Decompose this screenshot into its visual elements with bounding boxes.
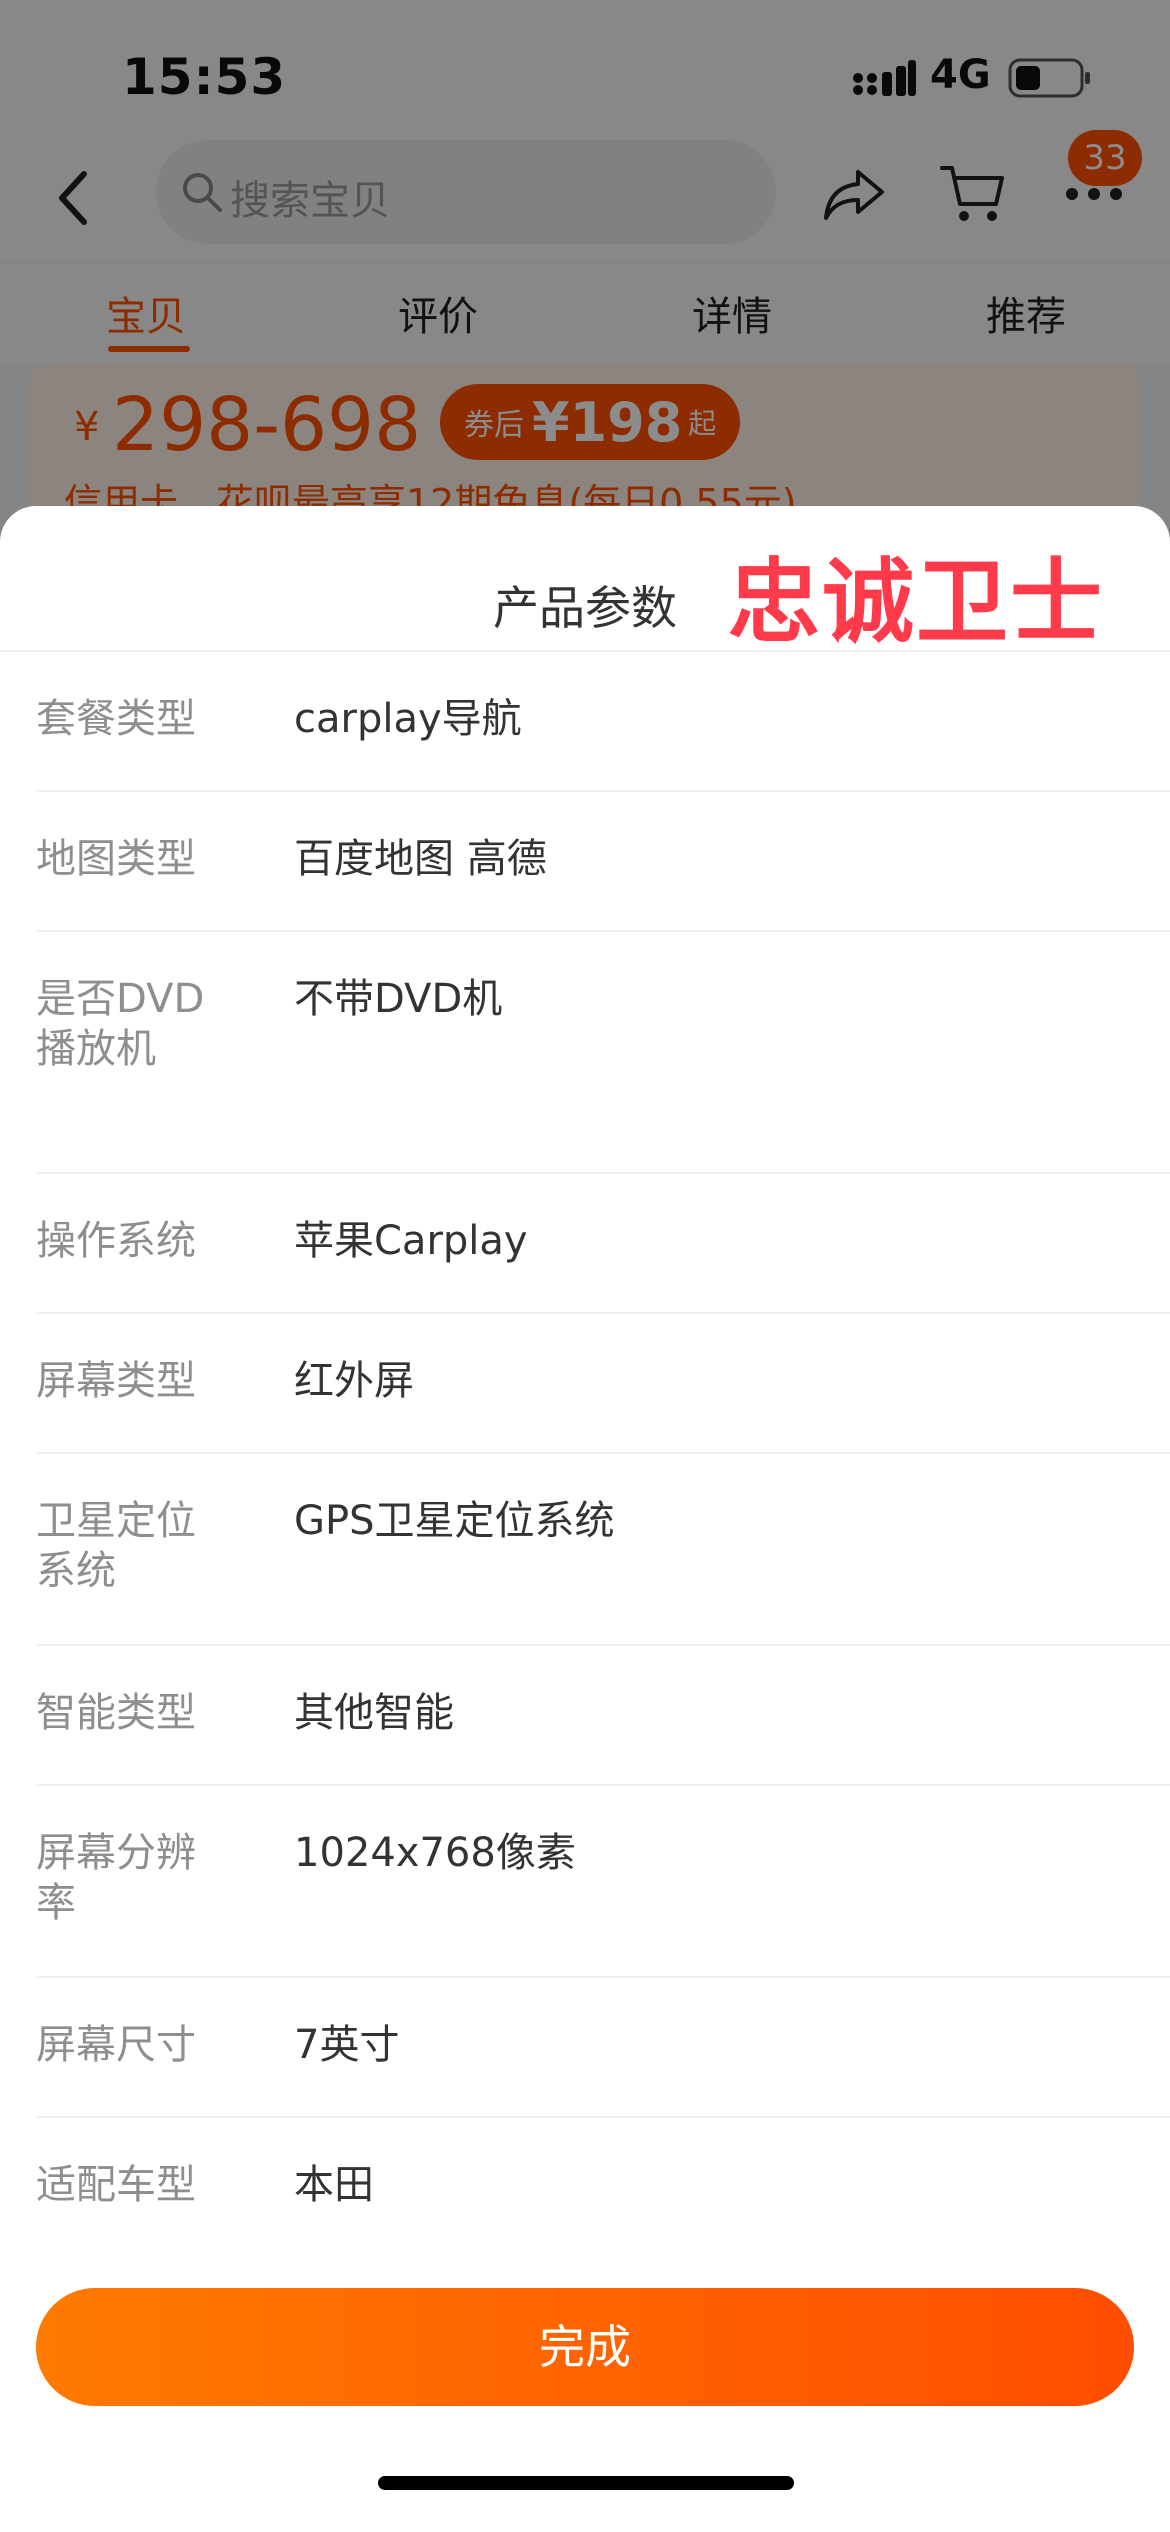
param-label: 卫星定位系统 xyxy=(36,1498,196,1594)
param-value: GPS卫星定位系统 xyxy=(294,1498,615,1544)
param-row: 适配车型 本田 xyxy=(36,2118,1170,2258)
param-row: 操作系统 苹果Carplay xyxy=(36,1174,1170,1314)
param-value: 本田 xyxy=(294,2162,374,2208)
sheet-header: 产品参数 忠诚卫士 xyxy=(0,506,1170,656)
param-value: 1024x768像素 xyxy=(294,1830,576,1876)
param-label: 屏幕分辨率 xyxy=(36,1830,196,1926)
param-row: 套餐类型 carplay导航 xyxy=(36,652,1170,792)
param-label: 操作系统 xyxy=(36,1218,196,1264)
param-value: 红外屏 xyxy=(294,1358,414,1404)
home-indicator xyxy=(378,2476,794,2490)
param-value: 苹果Carplay xyxy=(294,1218,528,1264)
param-row: 屏幕分辨率 1024x768像素 xyxy=(36,1786,1170,1978)
param-value: 百度地图 高德 xyxy=(294,836,547,882)
param-row: 是否DVD播放机 不带DVD机 xyxy=(36,932,1170,1174)
watermark-text: 忠诚卫士 xyxy=(728,549,1105,656)
param-value: 不带DVD机 xyxy=(294,976,503,1022)
param-row: 智能类型 其他智能 xyxy=(36,1646,1170,1786)
param-label: 智能类型 xyxy=(36,1690,196,1736)
param-list: 套餐类型 carplay导航 地图类型 百度地图 高德 是否DVD播放机 不带D… xyxy=(36,652,1170,2258)
param-value: 7英寸 xyxy=(294,2022,400,2068)
param-row: 屏幕类型 红外屏 xyxy=(36,1314,1170,1454)
param-value: carplay导航 xyxy=(294,696,522,742)
param-row: 屏幕尺寸 7英寸 xyxy=(36,1978,1170,2118)
param-value: 其他智能 xyxy=(294,1690,454,1736)
param-row: 卫星定位系统 GPS卫星定位系统 xyxy=(36,1454,1170,1646)
param-label: 是否DVD播放机 xyxy=(36,976,205,1072)
param-label: 屏幕类型 xyxy=(36,1358,196,1404)
param-row: 地图类型 百度地图 高德 xyxy=(36,792,1170,932)
param-label: 适配车型 xyxy=(36,2162,196,2208)
param-label: 屏幕尺寸 xyxy=(36,2022,196,2068)
screen: 15:53 4G 搜索宝贝 33 宝贝 评价 详情 推荐 ¥ 298-698 券… xyxy=(0,0,1170,2532)
param-label: 套餐类型 xyxy=(36,696,196,742)
done-button[interactable]: 完成 xyxy=(36,2288,1134,2406)
param-label: 地图类型 xyxy=(36,836,196,882)
product-params-sheet: 产品参数 忠诚卫士 套餐类型 carplay导航 地图类型 百度地图 高德 是否… xyxy=(0,506,1170,2532)
